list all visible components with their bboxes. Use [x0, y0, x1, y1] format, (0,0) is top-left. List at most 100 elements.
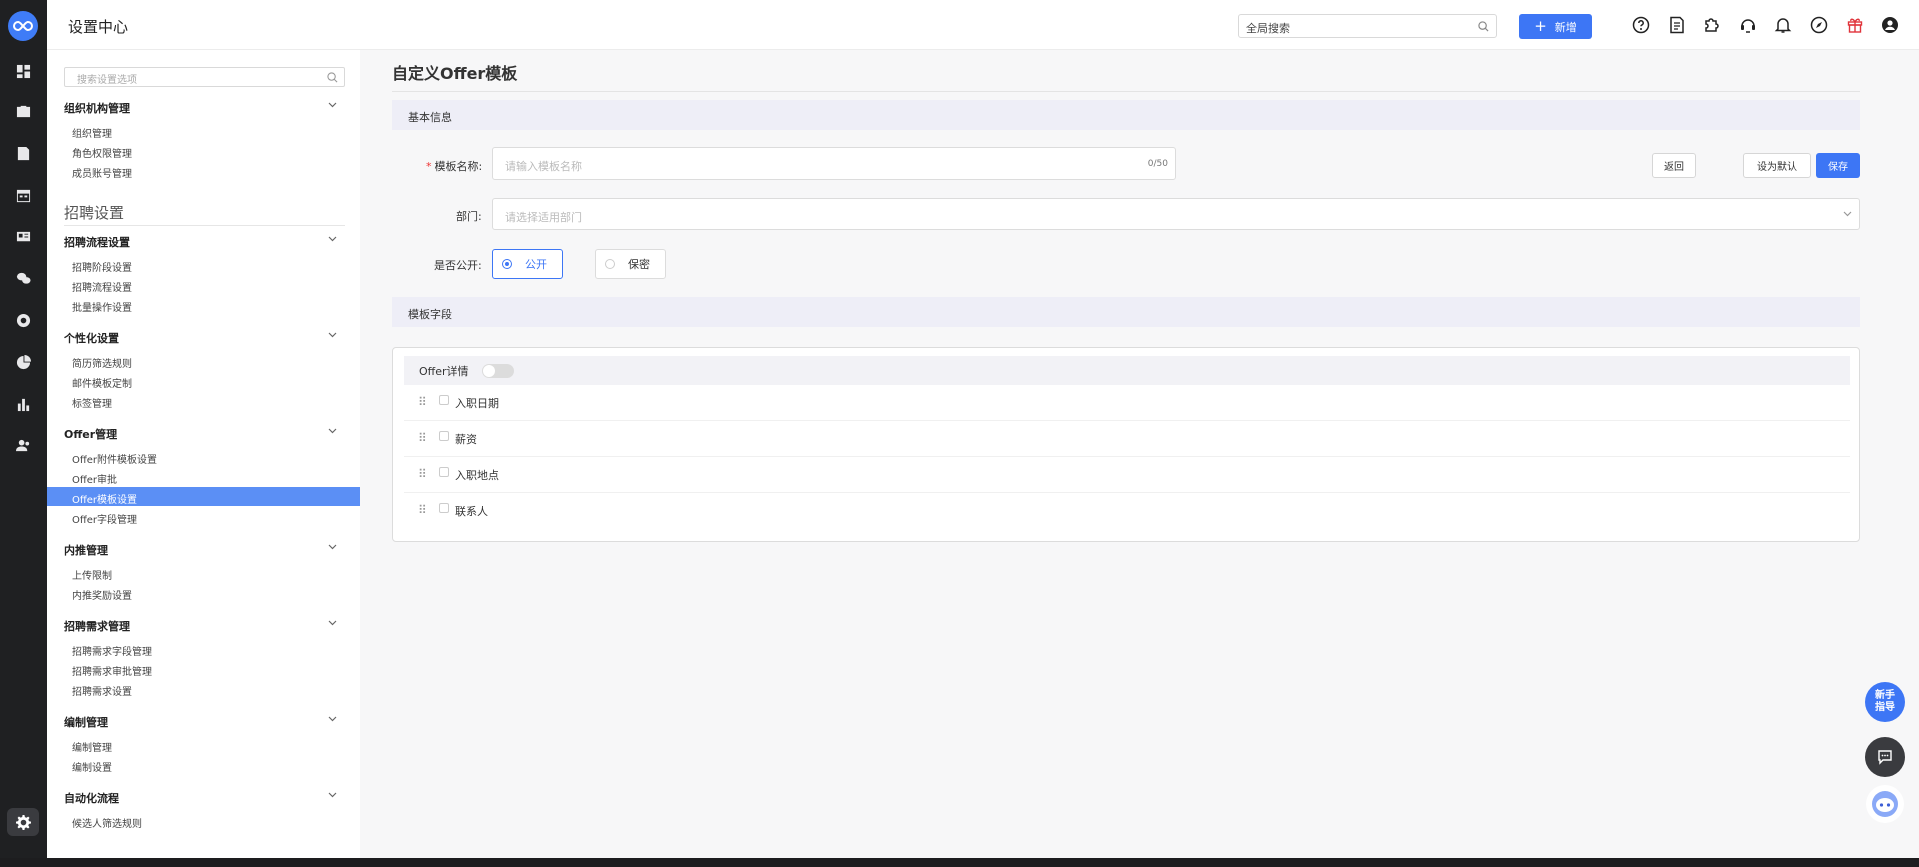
- sidebar-item-accounts[interactable]: 成员账号管理: [72, 165, 132, 180]
- sidebar-item-upload-limit[interactable]: 上传限制: [72, 567, 112, 582]
- group-personalization[interactable]: 个性化设置: [64, 330, 345, 346]
- group-headcount[interactable]: 编制管理: [64, 714, 345, 730]
- radio-private-label: 保密: [628, 258, 650, 271]
- sidebar-item-offer-templates[interactable]: Offer模板设置: [72, 491, 137, 506]
- assistant-bot-button[interactable]: [1866, 785, 1904, 823]
- global-search-placeholder: 全局搜索: [1246, 22, 1290, 35]
- sidebar-item-headcount-management[interactable]: 编制管理: [72, 739, 112, 754]
- drag-handle-icon[interactable]: ⠿: [418, 503, 427, 517]
- sidebar-item-mail-templates[interactable]: 邮件模板定制: [72, 375, 132, 390]
- drag-handle-icon[interactable]: ⠿: [418, 395, 427, 409]
- sidebar-item-demand-fields[interactable]: 招聘需求字段管理: [72, 643, 152, 658]
- radio-public[interactable]: 公开: [492, 249, 563, 279]
- plugin-icon[interactable]: [1703, 16, 1721, 34]
- drag-handle-icon[interactable]: ⠿: [418, 467, 427, 481]
- radio-dot: [502, 259, 512, 269]
- template-name-label: * 模板名称:: [426, 158, 482, 174]
- wechat-icon[interactable]: [14, 269, 32, 287]
- bell-icon[interactable]: [1774, 16, 1792, 34]
- global-search-input[interactable]: 全局搜索: [1238, 14, 1497, 38]
- sidebar-item-offer-fields[interactable]: Offer字段管理: [72, 511, 137, 526]
- briefcase-icon[interactable]: [14, 102, 32, 120]
- chevron-down-icon: [328, 332, 337, 338]
- chat-button[interactable]: [1865, 737, 1905, 777]
- group-org-management[interactable]: 组织机构管理: [64, 100, 345, 116]
- radio-dot: [605, 259, 615, 269]
- group-title: 个性化设置: [64, 332, 119, 345]
- search-icon: [327, 72, 338, 83]
- main-content: 自定义Offer模板 基本信息 * 模板名称: 请输入模板名称 0/50 返回 设…: [360, 50, 1919, 858]
- fields-panel: Offer详情 ⠿ 入职日期 ⠿ 薪资 ⠿ 入职地点 ⠿ 联系人: [392, 347, 1860, 542]
- sidebar-item-org[interactable]: 组织管理: [72, 125, 112, 140]
- sidebar-item-referral-bonus[interactable]: 内推奖励设置: [72, 587, 132, 602]
- settings-sidebar: 搜索设置选项 组织机构管理 组织管理 角色权限管理 成员账号管理 招聘设置 招聘…: [47, 50, 360, 858]
- pie-chart-icon[interactable]: [14, 353, 32, 371]
- chevron-down-icon: [1843, 211, 1852, 217]
- group-recruit-process[interactable]: 招聘流程设置: [64, 234, 345, 250]
- compass-icon[interactable]: [1810, 16, 1828, 34]
- calendar-icon[interactable]: [14, 186, 32, 204]
- field-checkbox[interactable]: [439, 431, 449, 441]
- group-automation[interactable]: 自动化流程: [64, 790, 345, 806]
- target-icon[interactable]: [14, 311, 32, 329]
- back-button[interactable]: 返回: [1652, 153, 1696, 178]
- sidebar-item-demand-settings[interactable]: 招聘需求设置: [72, 683, 132, 698]
- drag-handle-icon[interactable]: ⠿: [418, 431, 427, 445]
- headset-icon[interactable]: [1739, 16, 1757, 34]
- new-button[interactable]: + 新增: [1519, 14, 1592, 39]
- id-card-icon[interactable]: [14, 227, 32, 245]
- sidebar-item-batch[interactable]: 批量操作设置: [72, 299, 132, 314]
- radio-private[interactable]: 保密: [595, 249, 666, 279]
- chevron-down-icon: [328, 102, 337, 108]
- help-icon[interactable]: [1632, 16, 1650, 34]
- onboarding-guide-button[interactable]: 新手 指导: [1865, 682, 1905, 722]
- sidebar-item-roles[interactable]: 角色权限管理: [72, 145, 132, 160]
- user-icon[interactable]: [1881, 16, 1899, 34]
- field-checkbox[interactable]: [439, 467, 449, 477]
- field-label: 薪资: [455, 433, 477, 446]
- robot-icon: [1872, 791, 1898, 817]
- char-counter: 0/50: [1147, 159, 1168, 169]
- sidebar-item-resume-rules[interactable]: 简历筛选规则: [72, 355, 132, 370]
- section-basic-info: 基本信息: [392, 100, 1860, 130]
- group-title: 自动化流程: [64, 792, 119, 805]
- settings-icon[interactable]: [7, 808, 39, 836]
- sidebar-item-candidate-rules[interactable]: 候选人筛选规则: [72, 815, 142, 830]
- new-button-label: 新增: [1554, 20, 1577, 34]
- resume-icon[interactable]: [14, 144, 32, 162]
- field-row: ⠿ 入职地点: [404, 457, 1850, 493]
- template-name-input[interactable]: 请输入模板名称 0/50: [492, 147, 1176, 180]
- group-demand-management[interactable]: 招聘需求管理: [64, 618, 345, 634]
- settings-search-placeholder: 搜索设置选项: [77, 75, 137, 86]
- save-button[interactable]: 保存: [1816, 153, 1860, 178]
- department-select[interactable]: 请选择适用部门: [492, 198, 1860, 230]
- gift-icon[interactable]: [1846, 16, 1864, 34]
- group-referral[interactable]: 内推管理: [64, 542, 345, 558]
- fields-group-title: Offer详情: [419, 365, 469, 378]
- fields-group-header: Offer详情: [404, 356, 1850, 385]
- field-row: ⠿ 联系人: [404, 493, 1850, 529]
- page-header-title: 设置中心: [68, 18, 129, 36]
- sidebar-item-headcount-settings[interactable]: 编制设置: [72, 759, 112, 774]
- template-name-label-text: 模板名称:: [434, 160, 483, 173]
- dashboard-icon[interactable]: [14, 62, 32, 80]
- sidebar-item-offer-attachments[interactable]: Offer附件模板设置: [72, 451, 157, 466]
- field-checkbox[interactable]: [439, 503, 449, 513]
- people-icon[interactable]: [14, 436, 32, 454]
- bar-chart-icon[interactable]: [14, 395, 32, 413]
- sidebar-item-demand-approval[interactable]: 招聘需求审批管理: [72, 663, 152, 678]
- sidebar-item-process[interactable]: 招聘流程设置: [72, 279, 132, 294]
- document-icon[interactable]: [1668, 16, 1686, 34]
- settings-search-input[interactable]: 搜索设置选项: [64, 67, 345, 87]
- set-default-button[interactable]: 设为默认: [1743, 153, 1811, 178]
- field-checkbox[interactable]: [439, 395, 449, 405]
- fields-group-toggle[interactable]: [482, 364, 514, 378]
- chevron-down-icon: [328, 236, 337, 242]
- sidebar-item-offer-approval[interactable]: Offer审批: [72, 471, 117, 486]
- app-logo[interactable]: [8, 11, 38, 41]
- sidebar-item-stages[interactable]: 招聘阶段设置: [72, 259, 132, 274]
- section-template-fields: 模板字段: [392, 297, 1860, 327]
- group-offer-management[interactable]: Offer管理: [64, 426, 345, 442]
- chevron-down-icon: [328, 716, 337, 722]
- sidebar-item-tags[interactable]: 标签管理: [72, 395, 112, 410]
